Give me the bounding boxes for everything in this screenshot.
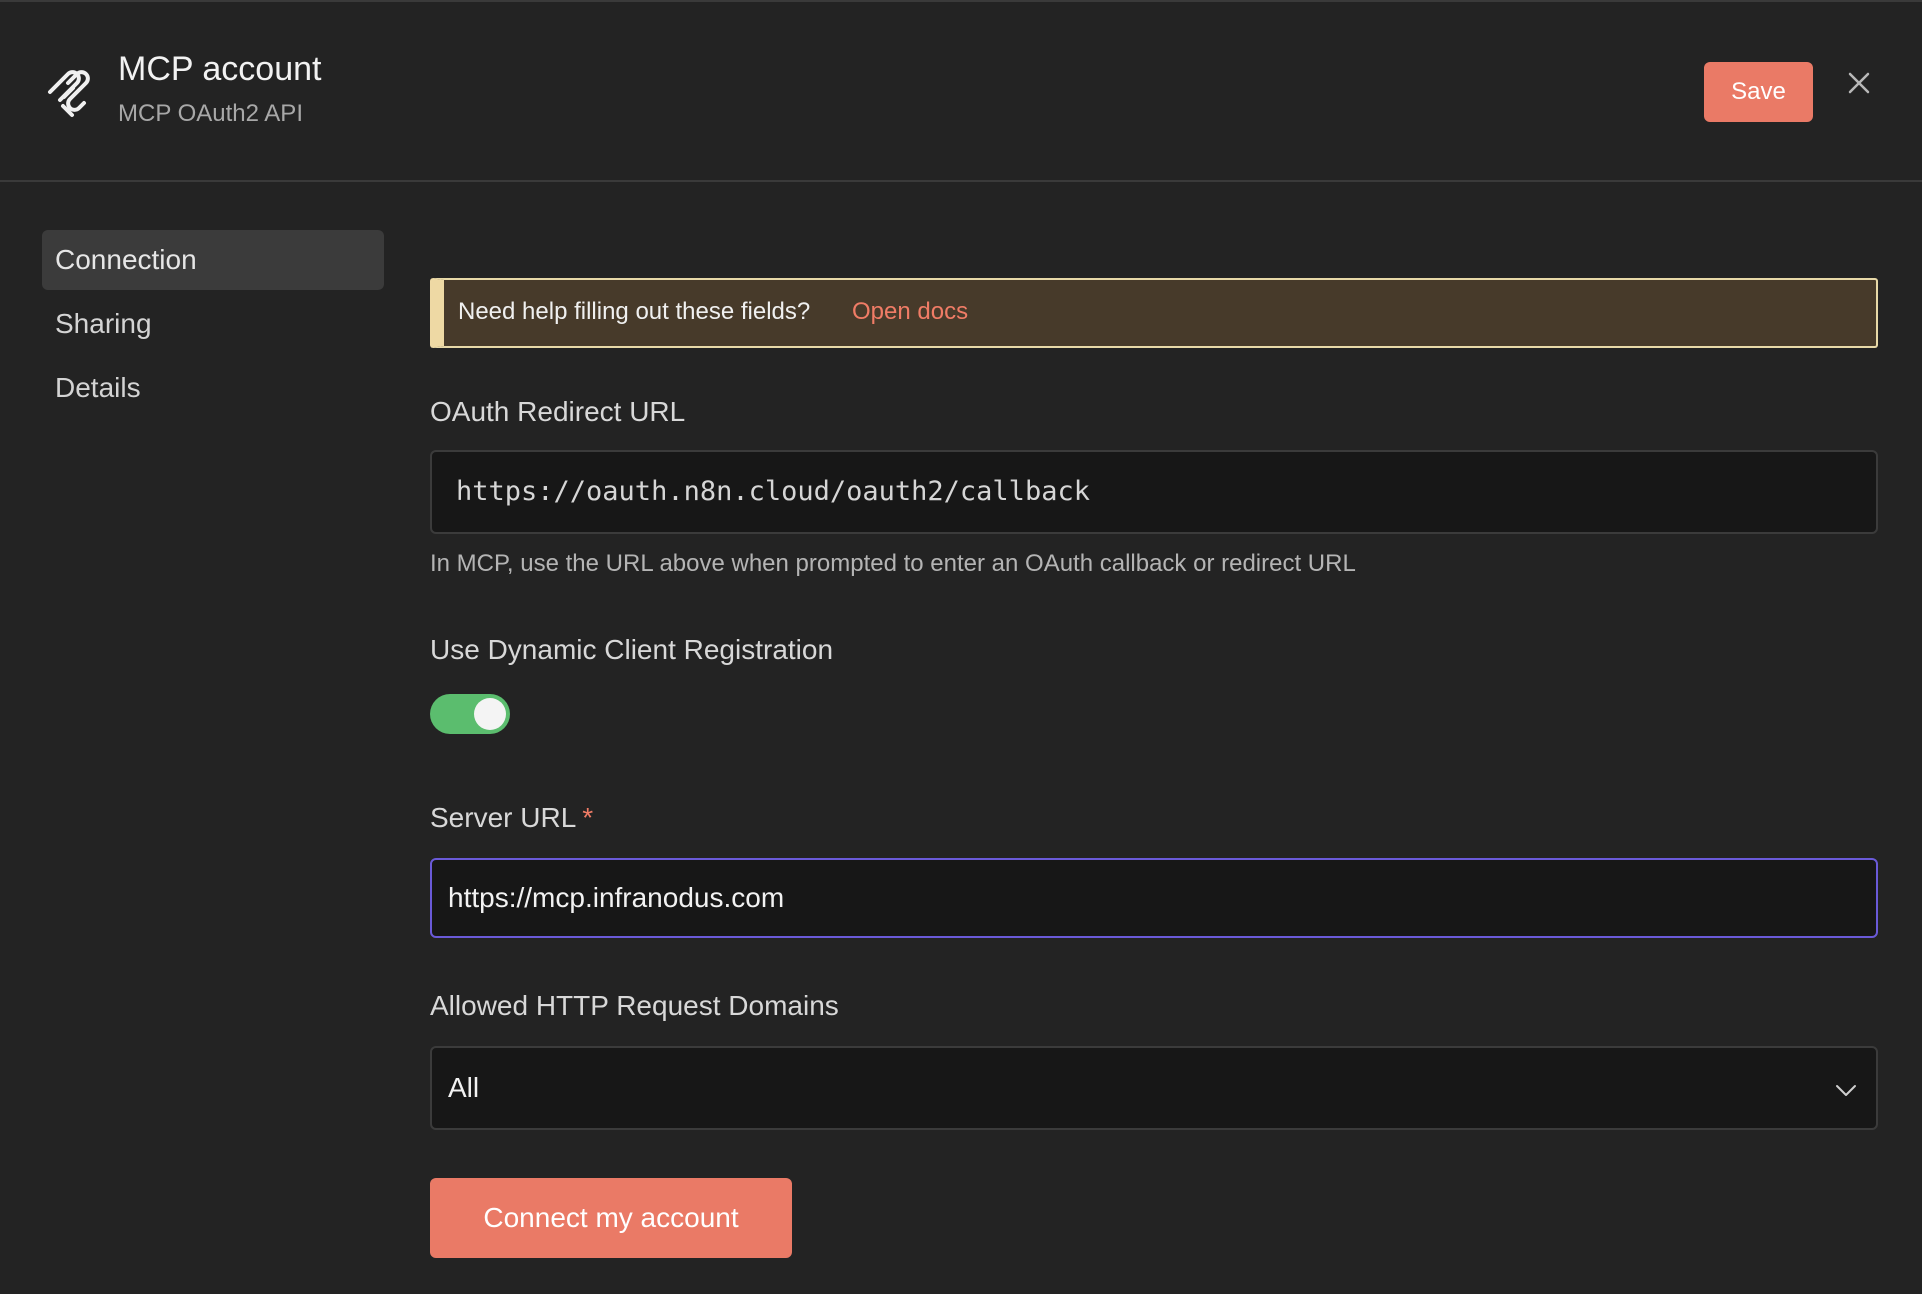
server-url-value: https://mcp.infranodus.com bbox=[448, 882, 785, 913]
required-marker: * bbox=[582, 802, 594, 833]
help-banner: Need help filling out these fields? Open… bbox=[430, 278, 1878, 348]
modal-title: MCP account bbox=[118, 50, 322, 88]
sidebar-item-connection[interactable]: Connection bbox=[42, 230, 384, 290]
allowed-domains-label: Allowed HTTP Request Domains bbox=[430, 990, 839, 1021]
redirect-url-label: OAuth Redirect URL bbox=[430, 396, 686, 427]
redirect-url-value: https://oauth.n8n.cloud/oauth2/callback bbox=[456, 476, 1090, 507]
allowed-domains-value: All bbox=[448, 1072, 480, 1103]
sidebar-item-details[interactable]: Details bbox=[42, 358, 384, 418]
mcp-logo-icon bbox=[48, 70, 90, 117]
toggle-knob bbox=[474, 698, 506, 730]
chevron-down-icon bbox=[1836, 1085, 1856, 1096]
save-button[interactable]: Save bbox=[1704, 62, 1813, 122]
server-url-input[interactable]: https://mcp.infranodus.com bbox=[430, 858, 1878, 938]
close-icon[interactable] bbox=[1844, 68, 1874, 98]
modal-header: MCP account MCP OAuth2 API Save bbox=[0, 2, 1922, 182]
redirect-url-hint: In MCP, use the URL above when prompted … bbox=[430, 550, 1356, 577]
sidebar-item-sharing[interactable]: Sharing bbox=[42, 294, 384, 354]
open-docs-link[interactable]: Open docs bbox=[852, 298, 968, 326]
server-url-label: Server URL * bbox=[430, 802, 593, 834]
sidebar-nav: Connection Sharing Details bbox=[42, 230, 384, 422]
modal-subtitle: MCP OAuth2 API bbox=[118, 100, 303, 127]
server-url-label-text: Server URL bbox=[430, 802, 577, 833]
allowed-domains-select[interactable]: All bbox=[430, 1046, 1878, 1130]
credential-modal: MCP account MCP OAuth2 API Save Connecti… bbox=[0, 0, 1922, 1294]
dcr-label: Use Dynamic Client Registration bbox=[430, 634, 834, 665]
dcr-toggle[interactable] bbox=[430, 694, 510, 734]
connect-account-button[interactable]: Connect my account bbox=[430, 1178, 792, 1258]
redirect-url-field[interactable]: https://oauth.n8n.cloud/oauth2/callback bbox=[430, 450, 1878, 534]
help-text: Need help filling out these fields? bbox=[458, 298, 811, 325]
